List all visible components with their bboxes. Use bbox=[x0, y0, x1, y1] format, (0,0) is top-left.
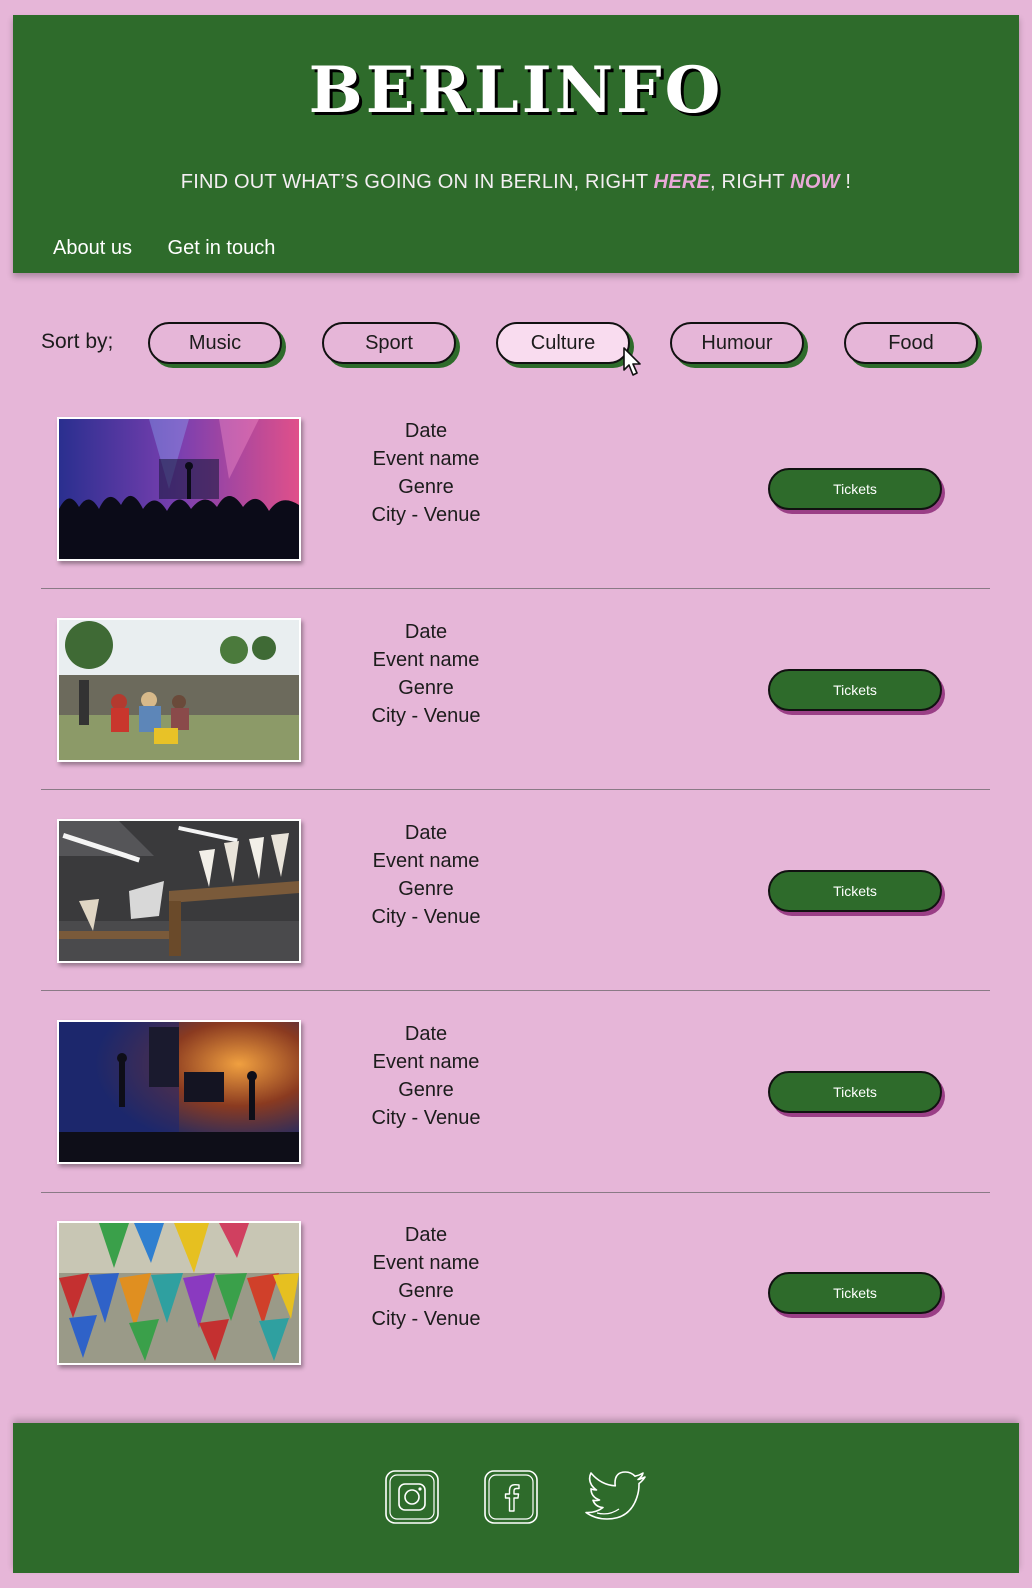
mouse-cursor-icon bbox=[623, 347, 641, 376]
event-name: Event name bbox=[372, 1252, 480, 1274]
event-item: Date Event name Genre City - Venue Ticke… bbox=[41, 802, 990, 1002]
facebook-icon[interactable] bbox=[483, 1469, 539, 1525]
event-date: Date bbox=[404, 822, 448, 844]
site-header: BERLINFO FIND OUT WHAT’S GOING ON IN BER… bbox=[13, 15, 1019, 273]
tagline-here: HERE bbox=[653, 171, 711, 193]
tagline-middle: , RIGHT bbox=[710, 171, 791, 193]
instagram-icon[interactable] bbox=[384, 1469, 440, 1525]
event-location: City - Venue bbox=[371, 504, 481, 526]
event-location: City - Venue bbox=[371, 1107, 481, 1129]
event-location: City - Venue bbox=[371, 1308, 481, 1330]
event-genre: Genre bbox=[398, 1079, 454, 1101]
site-logo[interactable]: BERLINFO bbox=[13, 59, 1019, 123]
divider bbox=[41, 789, 990, 790]
event-info: Date Event name Genre City - Venue bbox=[331, 1221, 521, 1333]
divider bbox=[41, 1192, 990, 1193]
twitter-icon[interactable] bbox=[583, 1469, 649, 1525]
event-date: Date bbox=[404, 420, 448, 442]
event-item: Date Event name Genre City - Venue Ticke… bbox=[41, 1204, 990, 1404]
tagline: FIND OUT WHAT’S GOING ON IN BERLIN, RIGH… bbox=[13, 171, 1019, 194]
tickets-button[interactable]: Tickets bbox=[768, 669, 942, 711]
event-name: Event name bbox=[372, 1051, 480, 1073]
filter-sport-button[interactable]: Sport bbox=[322, 322, 456, 364]
filter-food-button[interactable]: Food bbox=[844, 322, 978, 364]
event-name: Event name bbox=[372, 649, 480, 671]
event-genre: Genre bbox=[398, 476, 454, 498]
event-genre: Genre bbox=[398, 1280, 454, 1302]
sort-label: Sort by; bbox=[41, 330, 114, 353]
filter-humour-button[interactable]: Humour bbox=[670, 322, 804, 364]
event-info: Date Event name Genre City - Venue bbox=[331, 417, 521, 529]
event-info: Date Event name Genre City - Venue bbox=[331, 618, 521, 730]
event-genre: Genre bbox=[398, 878, 454, 900]
event-item: Date Event name Genre City - Venue Ticke… bbox=[41, 400, 990, 600]
event-item: Date Event name Genre City - Venue Ticke… bbox=[41, 1003, 990, 1203]
event-image-concert-crowd[interactable] bbox=[57, 417, 301, 561]
event-image-band-stage[interactable] bbox=[57, 1020, 301, 1164]
event-location: City - Venue bbox=[371, 705, 481, 727]
event-genre: Genre bbox=[398, 677, 454, 699]
event-item: Date Event name Genre City - Venue Ticke… bbox=[41, 601, 990, 801]
tagline-now: NOW bbox=[790, 171, 840, 193]
event-date: Date bbox=[404, 1023, 448, 1045]
tickets-button[interactable]: Tickets bbox=[768, 468, 942, 510]
main-nav: About us Get in touch bbox=[53, 237, 305, 260]
event-date: Date bbox=[404, 1224, 448, 1246]
event-location: City - Venue bbox=[371, 906, 481, 928]
event-image-bunting-flags[interactable] bbox=[57, 1221, 301, 1365]
tickets-button[interactable]: Tickets bbox=[768, 870, 942, 912]
event-date: Date bbox=[404, 621, 448, 643]
filter-music-button[interactable]: Music bbox=[148, 322, 282, 364]
event-image-food-market[interactable] bbox=[57, 819, 301, 963]
divider bbox=[41, 588, 990, 589]
event-name: Event name bbox=[372, 850, 480, 872]
event-image-festival-lawn[interactable] bbox=[57, 618, 301, 762]
nav-get-in-touch[interactable]: Get in touch bbox=[168, 237, 276, 259]
filter-culture-button[interactable]: Culture bbox=[496, 322, 630, 364]
tickets-button[interactable]: Tickets bbox=[768, 1071, 942, 1113]
site-footer bbox=[13, 1423, 1019, 1573]
tagline-before: FIND OUT WHAT’S GOING ON IN BERLIN, RIGH… bbox=[180, 171, 654, 193]
nav-about-us[interactable]: About us bbox=[53, 237, 132, 259]
event-info: Date Event name Genre City - Venue bbox=[331, 819, 521, 931]
divider bbox=[41, 990, 990, 991]
tagline-after: ! bbox=[839, 171, 852, 193]
event-info: Date Event name Genre City - Venue bbox=[331, 1020, 521, 1132]
event-name: Event name bbox=[372, 448, 480, 470]
tickets-button[interactable]: Tickets bbox=[768, 1272, 942, 1314]
